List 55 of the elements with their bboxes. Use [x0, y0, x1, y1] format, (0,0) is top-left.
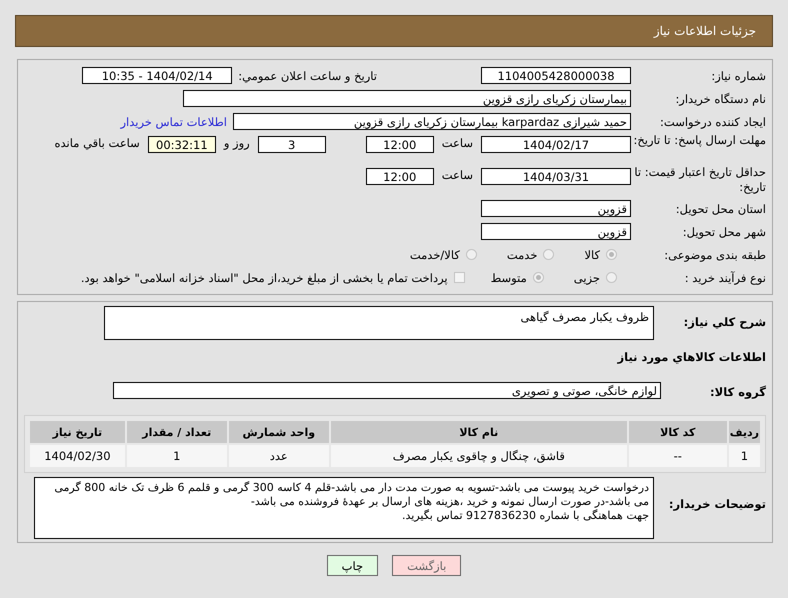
- option-label: خدمت: [506, 248, 538, 262]
- field-label: ایجاد کننده درخواست:: [659, 114, 766, 128]
- input-field: 3: [258, 136, 326, 153]
- field-label: شماره نیاز:: [710, 68, 766, 82]
- input-field: بیمارستان زکریای رازی قزوین: [183, 90, 631, 107]
- contact-link[interactable]: اطلاعات تماس خریدار: [120, 114, 227, 128]
- option-label: کالا: [584, 248, 600, 262]
- table-cell: 1: [126, 445, 227, 467]
- print-button[interactable]: چاپ: [326, 555, 378, 576]
- input-field: 12:00: [366, 136, 434, 153]
- input-field: قزوین: [481, 223, 631, 240]
- table-cell: 1: [728, 445, 760, 467]
- field-label: نوع فرآیند خرید :: [684, 270, 766, 284]
- page-title: جزئیات اطلاعات نیاز: [654, 24, 756, 38]
- input-field: قزوین: [481, 200, 631, 217]
- payment-note: پرداخت تمام یا بخشی از مبلغ خرید،از محل "اسناد خزانه اسلامی" خواهد بود.: [80, 270, 448, 284]
- input-field: 1404/03/31: [481, 168, 631, 185]
- field-label: تاریخ و ساعت اعلان عمومي:: [238, 68, 377, 82]
- input-field: 1404/02/17: [481, 136, 631, 153]
- table-cell: عدد: [228, 445, 329, 467]
- column-header: تعداد / مقدار: [126, 421, 227, 443]
- text-area[interactable]: ظروف یکبار مصرف گیاهی: [104, 306, 654, 340]
- field-label: روز و: [224, 136, 250, 150]
- field-label: شهر محل تحویل:: [682, 224, 766, 238]
- field-label: طبقه بندی موضوعی:: [663, 248, 766, 262]
- table-cell: --: [628, 445, 727, 467]
- option-label: کالا/خدمت: [410, 248, 460, 262]
- input-field: حمید شیرازی karpardaz بیمارستان زکریای رازی قزوین: [233, 113, 631, 130]
- field-label: مهلت ارسال پاسخ: تا تاریخ:: [632, 133, 766, 148]
- column-header: تاریخ نیاز: [30, 421, 125, 443]
- option-label: متوسط: [490, 270, 527, 284]
- column-header: نام کالا: [330, 421, 627, 443]
- field-label: ساعت باقي مانده: [54, 136, 140, 150]
- field-label: گروه کالا:: [709, 384, 766, 399]
- field-label: توضیحات خریدار:: [668, 496, 766, 511]
- column-header: کد کالا: [628, 421, 727, 443]
- field-label: استان محل تحویل:: [674, 202, 766, 216]
- option-label: جزیی: [574, 270, 600, 284]
- field-label: نام دستگاه خریدار:: [674, 92, 766, 106]
- input-field: 12:00: [366, 168, 434, 185]
- text-area[interactable]: درخواست خرید پیوست می باشد-تسویه به صورت مدت دار می باشد-قلم 4 کاسه 300 گرمی و قلمم 6 ظرف تک خانه 800 گرمی می باشد-در صورت ارسال نمونه و خرید ،هزینه های ارسال بر عهدهٔ فروشنده می باشد- جهت هماهنگی با شماره 9127836230 تماس بگیرید.: [34, 477, 654, 539]
- input-field: 1404/02/14 - 10:35: [82, 67, 232, 84]
- section-heading: اطلاعات کالاهاي مورد نیاز: [616, 350, 766, 366]
- back-button[interactable]: بازگشت: [392, 555, 462, 576]
- column-header: واحد شمارش: [228, 421, 329, 443]
- table-cell: قاشق، چنگال و چاقوی یکبار مصرف: [330, 445, 627, 467]
- input-field: 1104005428000038: [481, 67, 631, 84]
- column-header: ردیف: [728, 421, 760, 443]
- field-label: حداقل تاریخ اعتبار قیمت: تا تاریخ:: [633, 165, 766, 195]
- field-label: شرح کلي نیاز:: [682, 314, 766, 329]
- table-cell: 1404/02/30: [30, 445, 125, 467]
- field-label: ساعت: [442, 136, 473, 150]
- input-field: 00:32:11: [148, 136, 216, 153]
- field-label: ساعت: [442, 168, 473, 182]
- input-field: لوازم خانگی، صوتی و تصویری: [113, 382, 661, 399]
